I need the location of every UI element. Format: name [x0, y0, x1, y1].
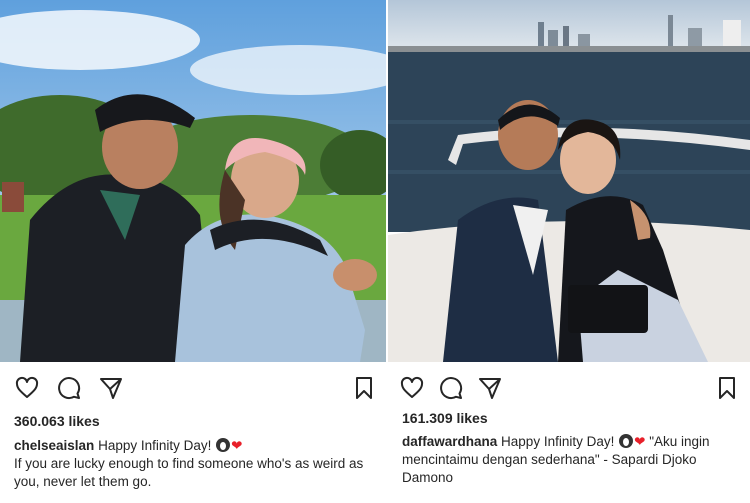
caption-text: Happy Infinity Day!	[98, 438, 212, 453]
heart-emoji-icon: ❤	[231, 438, 243, 453]
action-bar	[0, 374, 386, 402]
post-photo[interactable]	[0, 0, 386, 362]
caption-text: Happy Infinity Day!	[501, 434, 615, 449]
post-username[interactable]: chelseaislan	[14, 438, 94, 453]
bookmark-icon[interactable]	[350, 374, 378, 402]
heart-outline-icon[interactable]	[13, 374, 41, 402]
comment-bubble-icon[interactable]	[437, 374, 465, 402]
bookmark-icon[interactable]	[713, 374, 741, 402]
post-left: 360.063 likes chelseaislan Happy Infinit…	[0, 0, 386, 503]
penguin-emoji-icon	[216, 438, 231, 452]
action-bar	[388, 374, 750, 402]
post-caption: daffawardhana Happy Infinity Day! ❤ "Aku…	[402, 433, 740, 487]
likes-count[interactable]: 161.309 likes	[402, 410, 488, 426]
heart-outline-icon[interactable]	[398, 374, 426, 402]
paper-plane-icon[interactable]	[476, 374, 504, 402]
post-photo[interactable]	[388, 0, 750, 362]
photo-couple-park	[0, 0, 386, 362]
likes-count[interactable]: 360.063 likes	[14, 413, 100, 429]
penguin-emoji-icon	[619, 434, 634, 448]
photo-couple-boat	[388, 0, 750, 362]
paper-plane-icon[interactable]	[97, 374, 125, 402]
post-username[interactable]: daffawardhana	[402, 434, 497, 449]
heart-emoji-icon: ❤	[634, 434, 646, 449]
post-caption: chelseaislan Happy Infinity Day! ❤ If yo…	[14, 437, 376, 491]
comment-bubble-icon[interactable]	[55, 374, 83, 402]
caption-more-text: If you are lucky enough to find someone …	[14, 456, 364, 489]
post-right: 161.309 likes daffawardhana Happy Infini…	[388, 0, 750, 503]
